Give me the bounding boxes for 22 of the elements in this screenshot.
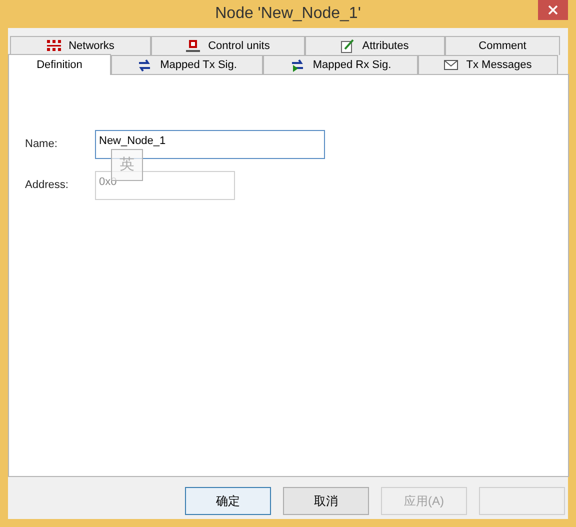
envelope-icon <box>444 60 458 70</box>
tab[interactable]: Attributes <box>305 36 445 55</box>
tab[interactable]: Networks <box>10 36 151 55</box>
tab[interactable]: Tx Messages <box>418 55 558 74</box>
dialog-button[interactable]: 取消 <box>283 487 369 515</box>
tab[interactable]: Definition <box>8 54 111 75</box>
control-unit-icon <box>186 40 200 52</box>
close-icon <box>548 5 558 15</box>
network-icon <box>46 40 61 52</box>
notepad-icon <box>341 39 354 53</box>
tab[interactable]: Mapped Rx Sig. <box>263 55 418 74</box>
swap-arrows-icon <box>137 58 152 72</box>
tab[interactable]: Comment <box>445 36 560 55</box>
window-title: Node 'New_Node_1' <box>215 4 361 24</box>
dialog-button[interactable]: 确定 <box>185 487 271 515</box>
field-label: Address: <box>25 178 70 194</box>
swap-arrows-icon <box>290 58 305 72</box>
tab[interactable]: Mapped Tx Sig. <box>111 55 263 74</box>
field-label: Name: <box>25 137 58 152</box>
tab[interactable]: Control units <box>151 36 305 55</box>
ime-indicator: 英 <box>111 149 143 181</box>
close-button[interactable] <box>538 0 568 20</box>
